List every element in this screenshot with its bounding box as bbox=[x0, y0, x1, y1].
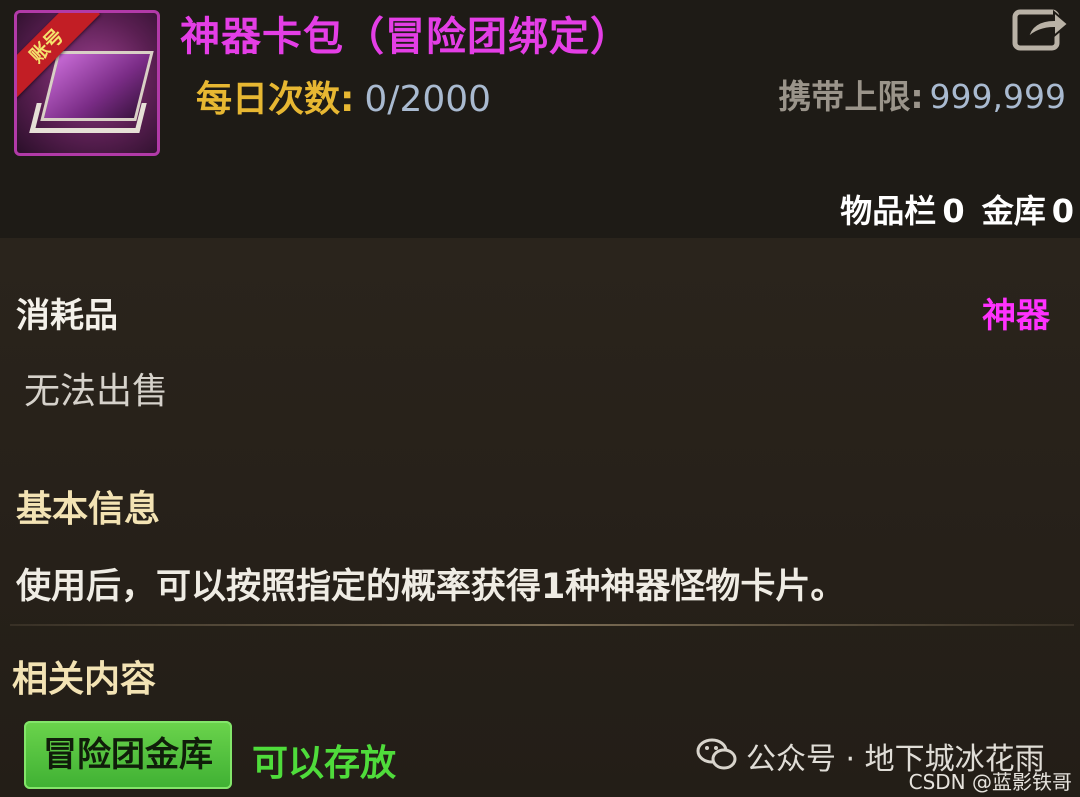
storable-status: 可以存放 bbox=[252, 743, 397, 784]
carry-limit: 携带上限: 999,999 bbox=[778, 70, 1066, 118]
daily-usage-label: 每日次数: bbox=[196, 79, 355, 120]
daily-usage-value: 0/2000 bbox=[364, 79, 492, 120]
carry-limit-value: 999,999 bbox=[929, 77, 1066, 116]
share-export-icon[interactable] bbox=[1012, 4, 1070, 52]
sell-status: 无法出售 bbox=[24, 371, 169, 412]
bank-count: 0 bbox=[1051, 192, 1074, 230]
daily-usage: 每日次数: 0/2000 bbox=[196, 70, 491, 122]
section-divider bbox=[10, 624, 1074, 626]
inventory-count: 0 bbox=[942, 192, 965, 230]
basic-info-heading: 基本信息 bbox=[16, 489, 161, 530]
item-title: 神器卡包（冒险团绑定） bbox=[180, 14, 631, 60]
bank-label: 金库 bbox=[981, 192, 1046, 230]
card-pack-frame bbox=[29, 103, 147, 133]
item-type: 消耗品 bbox=[16, 296, 118, 336]
adventure-bank-tag[interactable]: 冒险团金库 bbox=[24, 721, 232, 789]
watermark-csdn: CSDN @蓝影铁哥 bbox=[908, 770, 1072, 794]
carry-limit-label: 携带上限: bbox=[778, 77, 924, 116]
tooltip-body bbox=[0, 238, 1080, 797]
storage-counts: 物品栏 0 金库 0 bbox=[834, 186, 1074, 232]
inventory-label: 物品栏 bbox=[840, 192, 937, 230]
item-rarity: 神器 bbox=[982, 296, 1050, 336]
item-icon: 账号 bbox=[14, 10, 160, 156]
item-description: 使用后，可以按照指定的概率获得1种神器怪物卡片。 bbox=[16, 567, 846, 607]
related-heading: 相关内容 bbox=[12, 659, 157, 700]
